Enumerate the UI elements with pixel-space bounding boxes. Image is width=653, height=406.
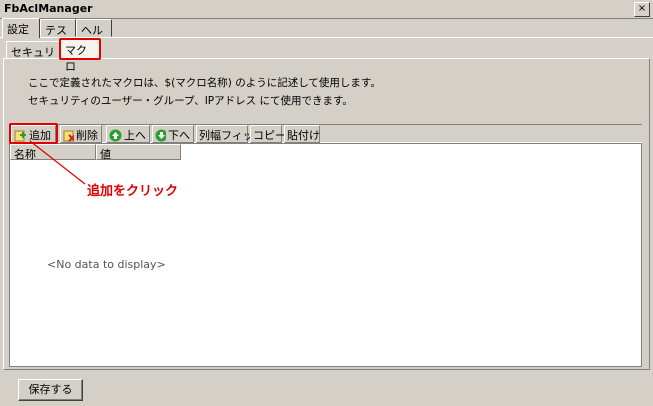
save-button[interactable]: 保存する <box>18 379 83 401</box>
add-button-highlight <box>9 123 58 144</box>
callout-arrow <box>29 140 86 185</box>
macro-tab-highlight <box>59 38 101 60</box>
callout-text: 追加をクリック <box>87 184 179 199</box>
tab-settings-label: 設定 <box>7 23 29 36</box>
tab-settings[interactable]: 設定 <box>2 18 40 38</box>
